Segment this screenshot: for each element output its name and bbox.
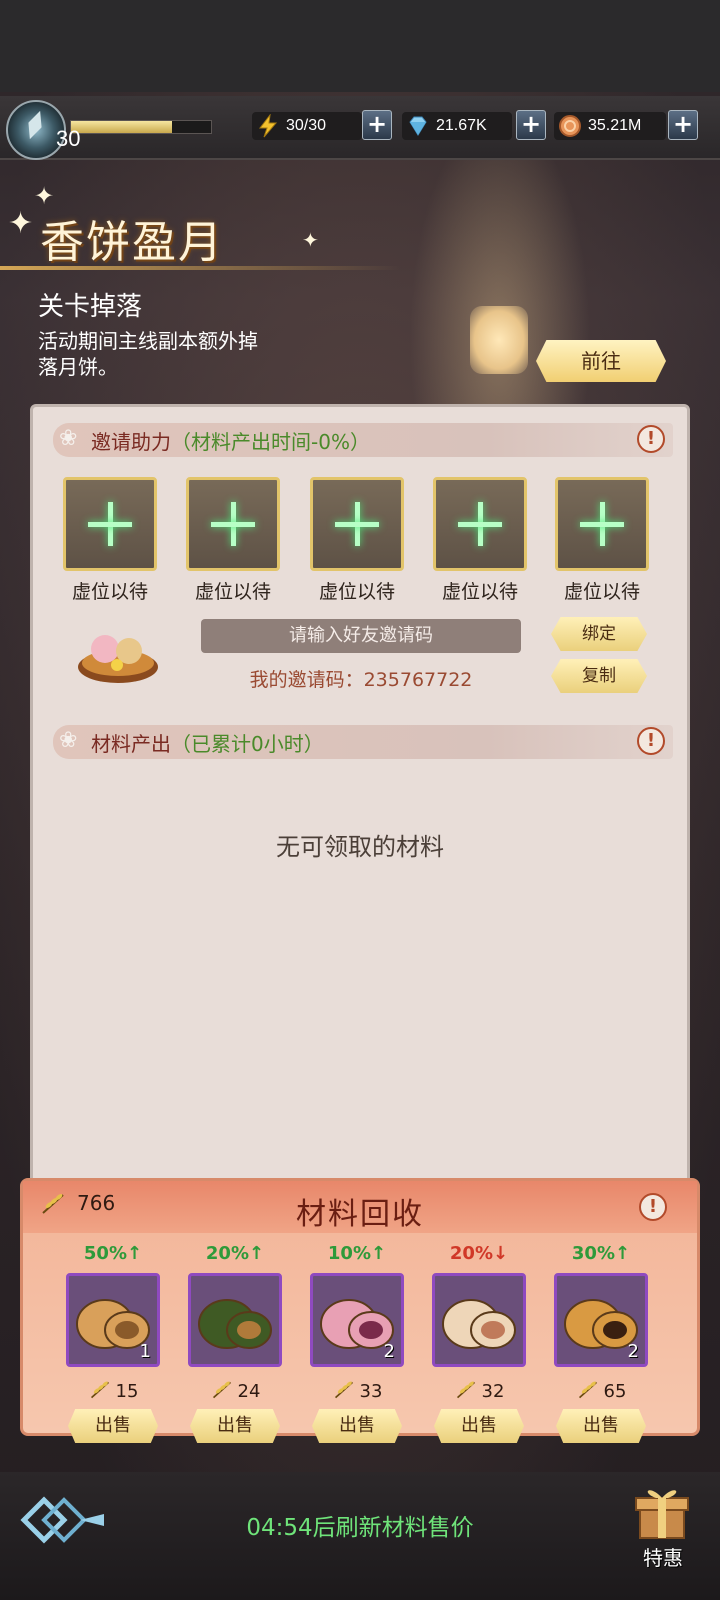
plus-icon [313, 480, 401, 568]
title-underline [0, 266, 400, 270]
exp-bar [70, 120, 212, 134]
item-price-value: 33 [359, 1381, 383, 1402]
output-info-button[interactable]: ! [637, 727, 665, 755]
grain-currency-icon [212, 1381, 231, 1399]
diamond-icon [409, 116, 427, 136]
grain-currency-icon [334, 1381, 353, 1399]
sparkle-icon: ✦ [8, 206, 34, 241]
coin-icon [559, 115, 581, 137]
sell-button[interactable]: 出售 [556, 1409, 646, 1443]
gems-display: 21.67K [402, 112, 512, 140]
sell-button[interactable]: 出售 [68, 1409, 158, 1443]
mooncake-icon [442, 1299, 516, 1349]
flower-icon: ❀ [59, 426, 78, 451]
stage-drop-description: 活动期间主线副本额外掉落月饼。 [38, 329, 258, 379]
my-invite-code: 我的邀请码：235767722 [249, 669, 473, 691]
item-count: 2 [627, 1341, 639, 1362]
recycle-title: 材料回收 [296, 1197, 424, 1232]
slot-label: 虚位以待 [441, 581, 518, 603]
invite-slot[interactable] [433, 477, 527, 571]
flaky-mooncake-item[interactable] [432, 1273, 526, 1367]
invite-slot[interactable] [555, 477, 649, 571]
add-energy-button[interactable]: + [362, 110, 392, 140]
matcha-mooncake-item[interactable] [188, 1273, 282, 1367]
price-change-percent: 50%↑ [83, 1243, 143, 1264]
player-level: 30 [56, 126, 81, 151]
plus-icon [189, 480, 277, 568]
yolk-mooncake-item[interactable]: 2 [554, 1273, 648, 1367]
plus-icon [558, 480, 646, 568]
stage-drop-title: 关卡掉落 [38, 292, 143, 322]
item-price: 24 [187, 1379, 283, 1402]
item-price-value: 65 [603, 1381, 627, 1402]
sell-button[interactable]: 出售 [434, 1409, 524, 1443]
energy-value: 30/30 [286, 117, 327, 134]
output-section-note: （已累计0小时） [171, 732, 324, 756]
add-gems-button[interactable]: + [516, 110, 546, 140]
copy-button[interactable]: 复制 [551, 659, 647, 693]
grain-currency-icon [90, 1381, 109, 1399]
grain-currency-icon [456, 1381, 475, 1399]
invite-code-input[interactable]: 请输入好友邀请码 [201, 619, 521, 653]
go-button[interactable]: 前往 [536, 340, 666, 382]
invite-section-title: 邀请助力 [91, 430, 171, 454]
add-gold-button[interactable]: + [668, 110, 698, 140]
empty-materials-message: 无可领取的材料 [276, 833, 444, 861]
item-price-value: 15 [115, 1381, 139, 1402]
slot-label: 虚位以待 [318, 581, 395, 603]
sparkle-icon: ✦ [302, 228, 319, 252]
output-section-title-row: 材料产出（已累计0小时） [91, 728, 324, 757]
slot-label: 虚位以待 [71, 581, 148, 603]
sell-button[interactable]: 出售 [190, 1409, 280, 1443]
price-change-percent: 30%↑ [571, 1243, 631, 1264]
gift-box-icon[interactable] [626, 1482, 696, 1542]
recycle-info-button[interactable]: ! [639, 1193, 667, 1221]
output-section-header: ❀ 材料产出（已累计0小时） ! [53, 725, 673, 759]
item-count: 1 [139, 1341, 151, 1362]
price-change-percent: 20%↓ [449, 1243, 509, 1264]
output-section-title: 材料产出 [91, 732, 171, 756]
invite-slot[interactable] [63, 477, 157, 571]
item-price: 15 [65, 1379, 161, 1402]
nut-mooncake-item[interactable]: 1 [66, 1273, 160, 1367]
lightning-icon [258, 114, 278, 138]
price-refresh-timer: 04:54后刷新材料售价 [246, 1515, 474, 1541]
snowskin-mooncake-item[interactable]: 2 [310, 1273, 404, 1367]
item-price: 33 [309, 1379, 405, 1402]
lantern-decoration [470, 306, 528, 374]
invite-section-note: （材料产出时间-0%） [171, 430, 370, 454]
exp-bar-fill [71, 121, 172, 133]
item-price-value: 24 [237, 1381, 261, 1402]
mooncake-icon [198, 1299, 272, 1349]
item-count: 2 [383, 1341, 395, 1362]
invite-section-title-row: 邀请助力（材料产出时间-0%） [91, 426, 370, 455]
invite-slot[interactable] [310, 477, 404, 571]
plus-icon [436, 480, 524, 568]
sell-button[interactable]: 出售 [312, 1409, 402, 1443]
gems-value: 21.67K [436, 117, 487, 134]
bind-button[interactable]: 绑定 [551, 617, 647, 651]
invite-slot[interactable] [186, 477, 280, 571]
gold-display: 35.21M [554, 112, 666, 140]
invite-panel: ❀ 邀请助力（材料产出时间-0%） ! 虚位以待 虚位以待 虚位以待 虚位以待 … [30, 404, 690, 1190]
item-price-value: 32 [481, 1381, 505, 1402]
special-offer-label: 特惠 [643, 1546, 683, 1570]
price-change-percent: 20%↑ [205, 1243, 265, 1264]
slot-label: 虚位以待 [194, 581, 271, 603]
energy-display: 30/30 [252, 112, 362, 140]
plus-icon [66, 480, 154, 568]
price-change-percent: 10%↑ [327, 1243, 387, 1264]
recycle-panel: 766 材料回收 ! 50%↑ 1 15 出售 20%↑ 24 出售 10%↑ 2 33 出售 20%… [20, 1178, 700, 1443]
gold-value: 35.21M [588, 117, 642, 134]
mooncake-plate-icon [78, 635, 158, 683]
slot-label: 虚位以待 [563, 581, 640, 603]
flower-icon: ❀ [59, 728, 78, 753]
status-strip [0, 0, 720, 92]
event-title: 香饼盈月 [40, 217, 224, 268]
grain-currency-icon [578, 1381, 597, 1399]
invite-info-button[interactable]: ! [637, 425, 665, 453]
invite-section-header: ❀ 邀请助力（材料产出时间-0%） ! [53, 423, 673, 457]
item-price: 32 [431, 1379, 527, 1402]
item-price: 65 [553, 1379, 649, 1402]
